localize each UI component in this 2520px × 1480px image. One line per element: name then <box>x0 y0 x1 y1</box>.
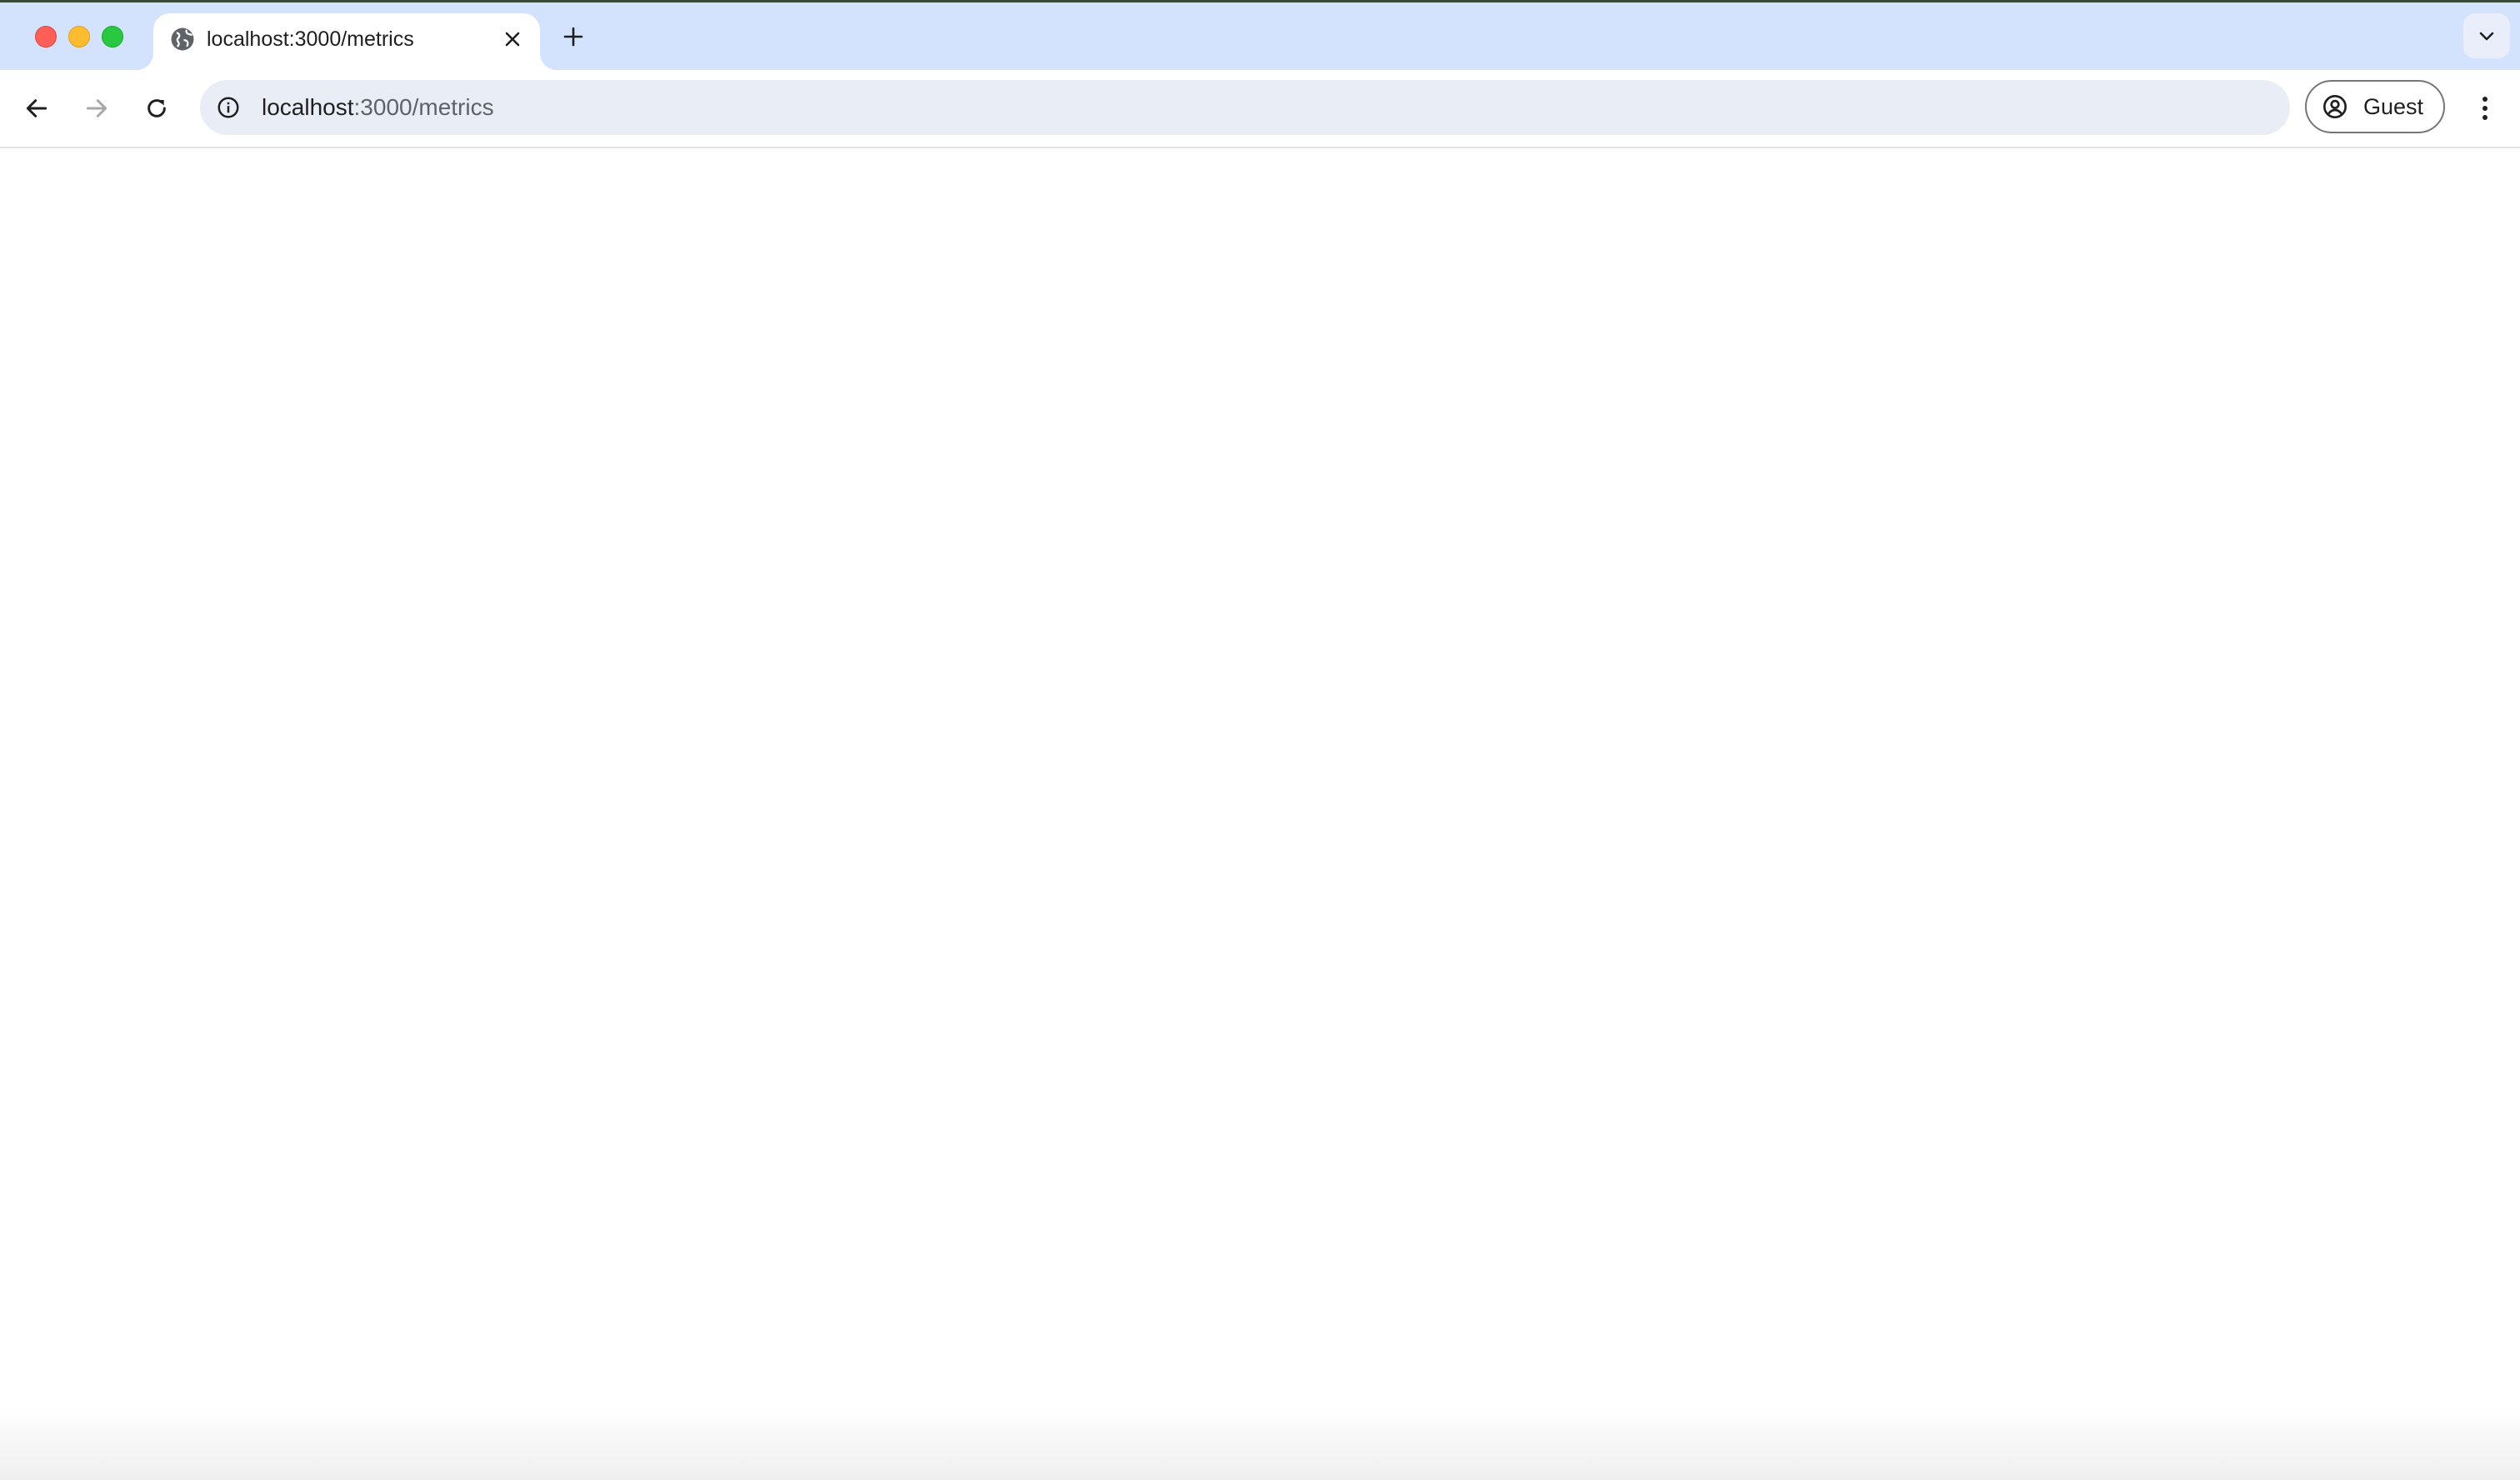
address-bar[interactable]: localhost:3000/metrics <box>200 80 2290 135</box>
account-circle-icon <box>2322 93 2350 122</box>
window-close-button[interactable] <box>35 26 57 48</box>
new-tab-button[interactable] <box>558 22 588 52</box>
plus-icon <box>563 27 583 47</box>
tab-close-icon[interactable] <box>498 25 527 53</box>
url-path: :3000/metrics <box>353 94 494 120</box>
reload-icon <box>148 99 166 118</box>
window-maximize-button[interactable] <box>102 26 123 48</box>
browser-menu-button[interactable] <box>2463 87 2507 130</box>
info-icon[interactable] <box>213 92 243 122</box>
address-url[interactable]: localhost:3000/metrics <box>262 80 494 135</box>
page-content <box>0 148 2520 1480</box>
profile-label: Guest <box>2363 94 2424 119</box>
back-button[interactable] <box>15 87 58 130</box>
profile-button[interactable]: Guest <box>2305 80 2445 133</box>
url-host: localhost <box>262 94 354 120</box>
more-vertical-icon <box>2482 97 2488 120</box>
window-top-edge <box>0 0 2520 2</box>
arrow-right-icon <box>86 99 108 118</box>
chevron-down-icon <box>2479 32 2494 41</box>
tab-title: localhost:3000/metrics <box>207 28 414 51</box>
browser-toolbar: localhost:3000/metrics Guest <box>0 70 2520 148</box>
reload-button[interactable] <box>135 87 178 130</box>
globe-icon <box>168 25 197 53</box>
tab-active[interactable]: localhost:3000/metrics <box>153 13 540 70</box>
tab-search-button[interactable] <box>2463 13 2510 58</box>
browser-window: localhost:3000/metrics localhost:3000/me… <box>0 0 2520 1480</box>
forward-button[interactable] <box>75 87 118 130</box>
bottom-shadow <box>0 1405 2520 1480</box>
tab-strip: localhost:3000/metrics <box>0 0 2520 70</box>
arrow-left-icon <box>26 99 48 118</box>
window-minimize-button[interactable] <box>68 26 90 48</box>
